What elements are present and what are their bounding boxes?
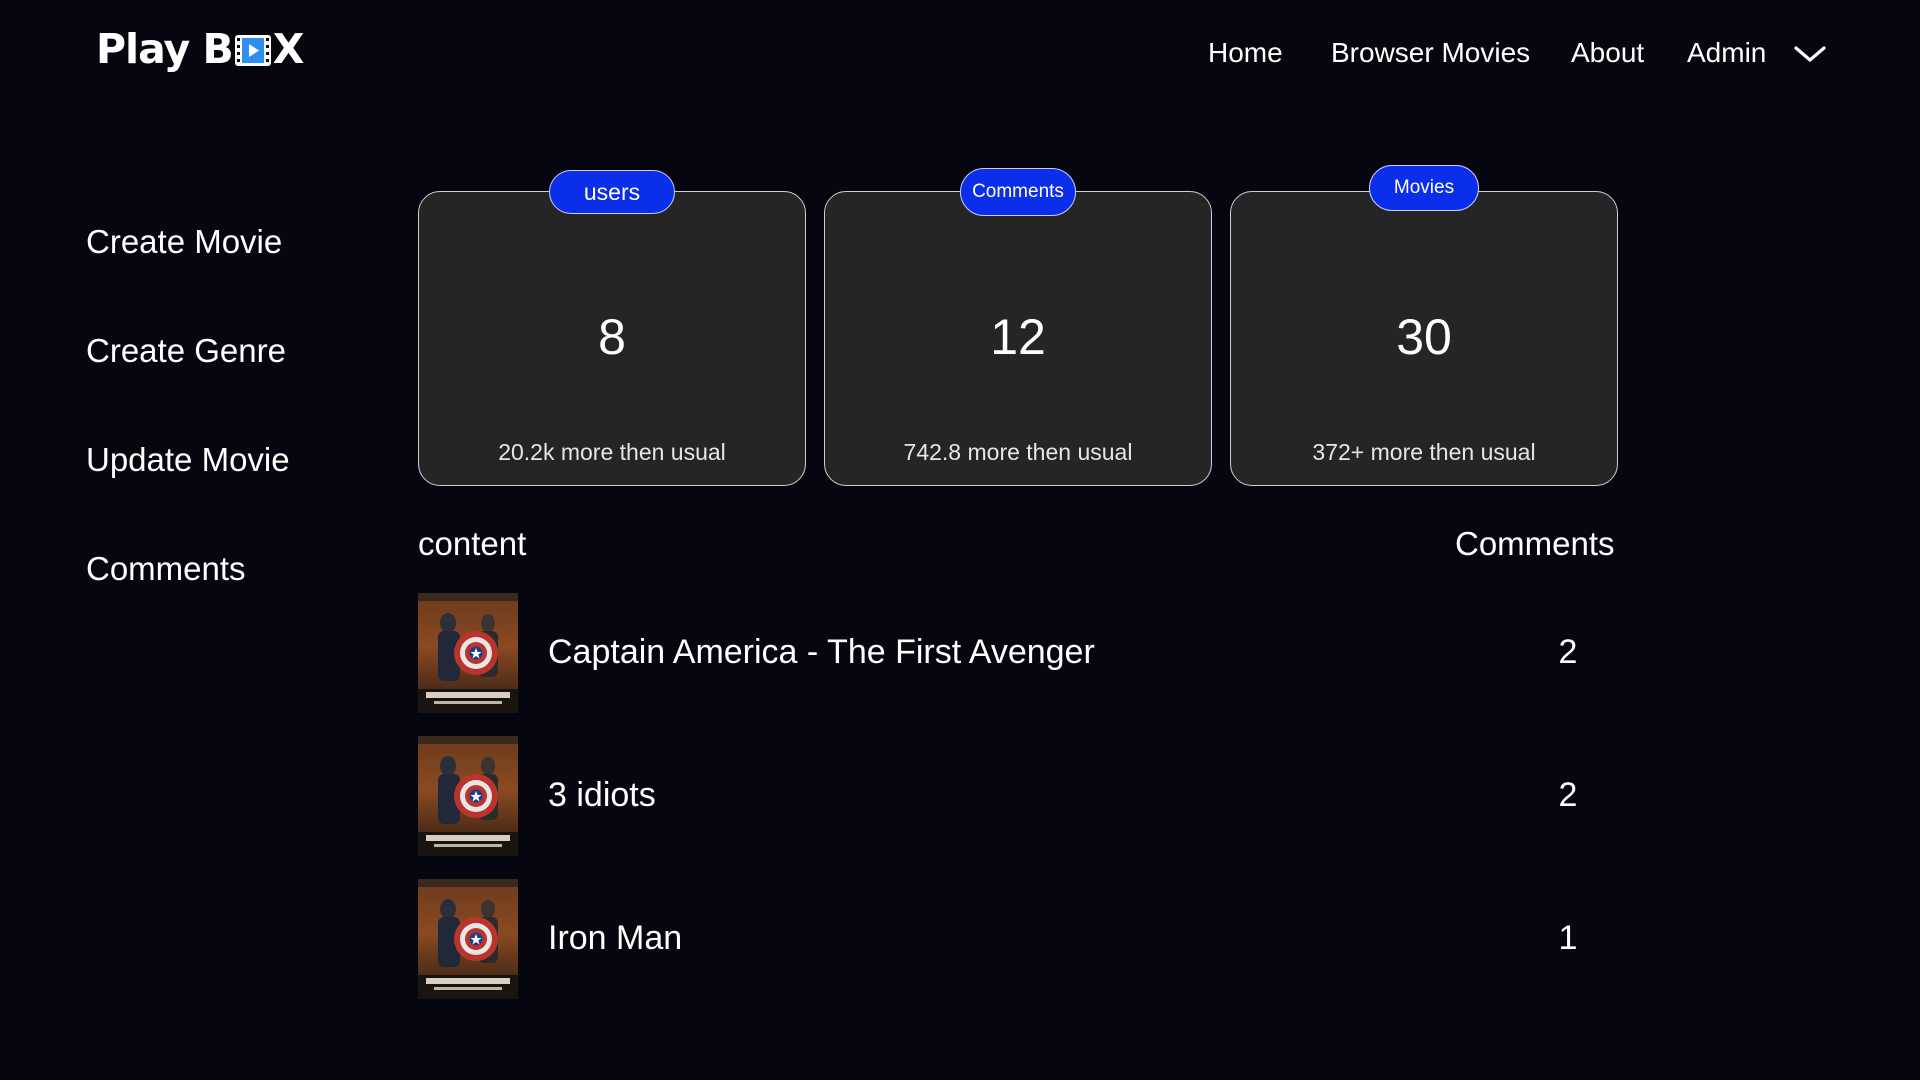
stat-card-users: users 8 20.2k more then usual — [418, 170, 806, 486]
movie-title[interactable]: Captain America - The First Avenger — [548, 631, 1095, 673]
content-column-header: content — [418, 525, 527, 562]
nav-browse-movies-link[interactable]: Browser Movies — [1331, 30, 1530, 76]
nav-admin-menu[interactable]: Admin — [1687, 30, 1766, 76]
movie-poster-image[interactable] — [418, 736, 518, 856]
stat-value-comments: 12 — [990, 309, 1046, 365]
stat-card-comments: Comments 12 742.8 more then usual — [824, 168, 1212, 486]
comment-count: 2 — [1558, 776, 1578, 814]
nav-about-link[interactable]: About — [1571, 30, 1644, 76]
comment-count: 1 — [1558, 919, 1578, 957]
sidebar-item-update-movie[interactable]: Update Movie — [86, 440, 290, 480]
sidebar-item-create-genre[interactable]: Create Genre — [86, 331, 286, 371]
table-row[interactable]: 3 idiots 2 — [418, 736, 1618, 856]
stat-note-movies: 372+ more then usual — [1312, 439, 1536, 465]
sidebar-item-create-movie[interactable]: Create Movie — [86, 222, 282, 262]
stat-note-comments: 742.8 more then usual — [903, 439, 1133, 465]
nav-home-link[interactable]: Home — [1208, 30, 1283, 76]
stat-badge-comments: Comments — [960, 168, 1076, 216]
movie-title[interactable]: 3 idiots — [548, 774, 656, 816]
stat-badge-movies: Movies — [1369, 165, 1479, 211]
stat-value-movies: 30 — [1396, 309, 1452, 365]
stat-note-users: 20.2k more then usual — [498, 439, 726, 465]
top-nav: Home Browser Movies About Admin — [0, 30, 1920, 76]
stat-badge-users: users — [549, 170, 675, 214]
chevron-down-icon[interactable] — [1793, 38, 1827, 68]
movie-title[interactable]: Iron Man — [548, 917, 682, 959]
stat-card-movies: Movies 30 372+ more then usual — [1230, 165, 1618, 486]
movie-poster-image[interactable] — [418, 879, 518, 999]
comments-column-header: Comments — [1455, 525, 1615, 562]
movie-poster-image[interactable] — [418, 593, 518, 713]
stat-value-users: 8 — [598, 309, 626, 365]
table-row[interactable]: Captain America - The First Avenger 2 — [418, 593, 1618, 713]
table-row[interactable]: Iron Man 1 — [418, 879, 1618, 999]
comment-count: 2 — [1558, 633, 1578, 671]
sidebar-item-comments[interactable]: Comments — [86, 549, 246, 589]
